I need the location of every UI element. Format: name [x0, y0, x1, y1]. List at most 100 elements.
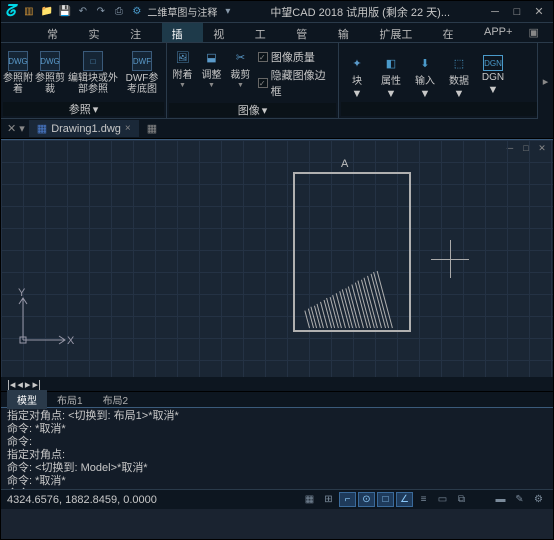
menu-home[interactable]: 常用: [37, 23, 79, 42]
workspace-icon[interactable]: ⚙: [129, 4, 144, 19]
dwf-underlay-button[interactable]: DWFDWF参考底图: [121, 45, 163, 101]
tab-nav-icon[interactable]: ✕ ▾: [7, 122, 25, 135]
minimize-button[interactable]: ─: [485, 4, 505, 20]
new-icon[interactable]: ▥: [21, 4, 36, 19]
command-line[interactable]: 指定对角点: <切换到: 布局1>*取消* 命令: *取消* 命令: 指定对角点…: [1, 407, 553, 489]
tab-model[interactable]: 模型: [7, 390, 47, 409]
attr-icon: ◧: [383, 55, 399, 71]
layout-nav: |◂ ◂ ▸ ▸|: [1, 377, 553, 391]
svg-text:X: X: [67, 335, 75, 347]
nav-first-icon[interactable]: |◂: [7, 378, 15, 391]
menu-tools[interactable]: 工具: [245, 23, 287, 42]
status-bar: 4324.6576, 1882.8459, 0.0000 ▦ ⊞ ⌐ ⊙ □ ∠…: [1, 489, 553, 509]
checkbox-icon: [258, 78, 268, 88]
menu-manage[interactable]: 管理: [286, 23, 328, 42]
ortho-icon[interactable]: ⌐: [339, 492, 356, 507]
menu-online[interactable]: 在线: [432, 23, 474, 42]
cmd-line: 命令: <切换到: Model>*取消*: [7, 462, 547, 475]
cmd-line: 命令: *取消*: [7, 423, 547, 436]
svg-text:Y: Y: [18, 287, 26, 299]
menu-annotate[interactable]: 注释: [120, 23, 162, 42]
cmd-line: 指定对角点: <切换到: 布局1>*取消*: [7, 410, 547, 423]
cmd-line: 命令: *取消*: [7, 475, 547, 488]
file-icon: ▦: [37, 122, 47, 135]
otrack-icon[interactable]: ∠: [396, 492, 413, 507]
tab-layout1[interactable]: 布局1: [47, 390, 93, 409]
annotation-icon[interactable]: ✎: [511, 492, 528, 507]
image-attach-button[interactable]: 🖼附着▼: [169, 45, 196, 103]
dwg-clip-icon: DWG: [40, 51, 60, 71]
adjust-icon: ⬓: [203, 49, 219, 65]
menu-bar: 常用 实体 注释 插入 视图 工具 管理 输出 扩展工具 在线 APP+ ▣ ▾: [1, 23, 553, 43]
coordinates: 4324.6576, 1882.8459, 0.0000: [7, 494, 157, 506]
tab-layout2[interactable]: 布局2: [93, 390, 139, 409]
dgn-button[interactable]: DGNDGN▼: [477, 51, 509, 102]
open-icon[interactable]: 📁: [39, 4, 54, 19]
image-adjust-button[interactable]: ⬓调整▼: [198, 45, 225, 103]
close-tab-icon[interactable]: ×: [125, 123, 131, 134]
group-expand-icon[interactable]: ▾: [262, 104, 268, 117]
snap-icon[interactable]: ⊞: [320, 492, 337, 507]
drawing-canvas[interactable]: ─ □ ✕ A document.write(Array.from({lengt…: [1, 139, 553, 377]
ribbon: DWG参照附着 DWG参照剪裁 □编辑块或外部参照 DWFDWF参考底图 参照▾…: [1, 43, 553, 119]
menu-app[interactable]: APP+: [474, 23, 522, 42]
data-icon: ⬚: [451, 55, 467, 71]
document-tab[interactable]: ▦ Drawing1.dwg ×: [29, 120, 139, 137]
osnap-icon[interactable]: □: [377, 492, 394, 507]
nav-last-icon[interactable]: ▸|: [32, 378, 40, 391]
title-bar: ᘔ ▥ 📁 💾 ↶ ↷ ⎙ ⚙ 二维草图与注释 ▾ 中望CAD 2018 试用版…: [1, 1, 553, 23]
nav-prev-icon[interactable]: ◂: [17, 378, 23, 391]
workspace-label[interactable]: 二维草图与注释: [147, 4, 217, 19]
document-tabs: ✕ ▾ ▦ Drawing1.dwg × ▦: [1, 119, 553, 139]
ucs-icon: YX: [15, 290, 75, 353]
dgn-icon: DGN: [483, 55, 503, 71]
menu-ext[interactable]: 扩展工具: [369, 23, 432, 42]
cycle-icon[interactable]: ⧉: [453, 492, 470, 507]
nav-next-icon[interactable]: ▸: [25, 378, 31, 391]
clip-ref-button[interactable]: DWG参照剪裁: [35, 45, 65, 101]
attach-ref-button[interactable]: DWG参照附着: [3, 45, 33, 101]
undo-icon[interactable]: ↶: [75, 4, 90, 19]
dropdown-icon[interactable]: ▾: [220, 4, 235, 19]
menu-output[interactable]: 输出: [328, 23, 370, 42]
menu-insert[interactable]: 插入: [162, 23, 204, 42]
print-icon[interactable]: ⎙: [111, 4, 126, 19]
group-expand-icon[interactable]: ▾: [93, 103, 99, 116]
ribbon-group-image: 🖼附着▼ ⬓调整▼ ✂裁剪▼ 图像质量 隐藏图像边框 图像▾: [167, 43, 339, 118]
redo-icon[interactable]: ↷: [93, 4, 108, 19]
cmd-line: 命令:: [7, 436, 547, 449]
menu-view[interactable]: 视图: [203, 23, 245, 42]
drawing-hatch: document.write(Array.from({length:24},(_…: [309, 268, 399, 328]
model-icon[interactable]: ▬: [492, 492, 509, 507]
hide-frame-check[interactable]: 隐藏图像边框: [258, 67, 334, 99]
settings-icon[interactable]: ⚙: [530, 492, 547, 507]
menu-solid[interactable]: 实体: [79, 23, 121, 42]
clip-icon: ✂: [232, 49, 248, 65]
dwf-icon: DWF: [132, 51, 152, 71]
import-icon: ⬇: [417, 55, 433, 71]
ribbon-group-block: ✦块▼ ◧属性▼ ⬇输入▼ ⬚数据▼ DGNDGN▼: [339, 43, 553, 118]
annotation-label: A: [341, 158, 348, 170]
grid-icon[interactable]: ▦: [301, 492, 318, 507]
save-icon[interactable]: 💾: [57, 4, 72, 19]
attach-icon: 🖼: [174, 49, 190, 65]
crosshair-cursor-icon: [431, 240, 469, 278]
attr-button[interactable]: ◧属性▼: [375, 51, 407, 102]
block-button[interactable]: ✦块▼: [341, 51, 373, 102]
edit-icon: □: [83, 51, 103, 71]
data-button[interactable]: ⬚数据▼: [443, 51, 475, 102]
lwt-icon[interactable]: ≡: [415, 492, 432, 507]
quick-access-toolbar: ▥ 📁 💾 ↶ ↷ ⎙ ⚙ 二维草图与注释 ▾: [21, 4, 235, 19]
close-button[interactable]: ✕: [529, 4, 549, 20]
ribbon-overflow-button[interactable]: ▸: [537, 43, 553, 119]
import-button[interactable]: ⬇输入▼: [409, 51, 441, 102]
image-clip-button[interactable]: ✂裁剪▼: [227, 45, 254, 103]
block-icon: ✦: [349, 55, 365, 71]
dyn-icon[interactable]: ▭: [434, 492, 451, 507]
ribbon-toggle-icon[interactable]: ▣ ▾: [522, 23, 553, 42]
image-quality-check[interactable]: 图像质量: [258, 49, 334, 65]
edit-block-button[interactable]: □编辑块或外部参照: [67, 45, 119, 101]
polar-icon[interactable]: ⊙: [358, 492, 375, 507]
maximize-button[interactable]: □: [507, 4, 527, 20]
tab-list-icon[interactable]: ▦: [147, 122, 157, 135]
